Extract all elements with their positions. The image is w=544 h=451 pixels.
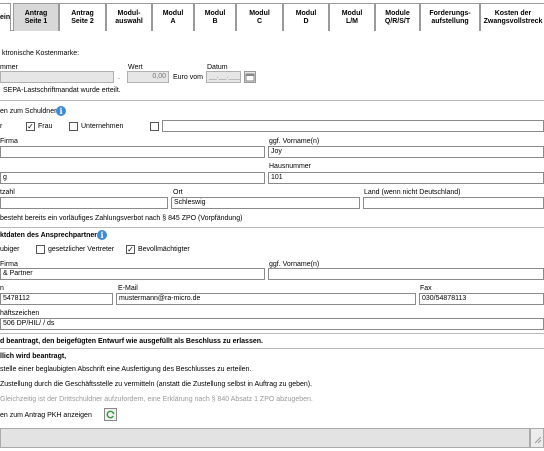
vorpfaendung-text[interactable]: besteht bereits ein vorläufiges Zahlungs… bbox=[0, 215, 242, 223]
ort-label: Ort bbox=[173, 189, 183, 196]
schuldner-firma-input[interactable] bbox=[0, 146, 265, 158]
extra-checkbox[interactable] bbox=[150, 122, 159, 131]
vertreter-checkbox[interactable] bbox=[36, 245, 45, 254]
resize-grip-icon bbox=[534, 436, 542, 444]
tab-module-qrst[interactable]: Module Q/R/S/T bbox=[375, 3, 420, 31]
strasse-input[interactable]: g bbox=[0, 172, 265, 184]
kostenmarke-heading: ktronische Kostenmarke: bbox=[2, 50, 80, 57]
schuldner-vorname-label: ggf. Vorname(n) bbox=[269, 138, 320, 145]
info-icon[interactable]: i bbox=[97, 230, 107, 240]
tab-modul-a[interactable]: Modul A bbox=[152, 3, 194, 31]
tab-antrag-seite-1[interactable]: Antrag Seite 1 bbox=[13, 3, 59, 31]
hausnummer-input[interactable]: 101 bbox=[268, 172, 544, 184]
divider bbox=[0, 227, 544, 228]
hausnummer-label: Hausnummer bbox=[269, 163, 312, 170]
zustellung-option[interactable]: Zustellung durch die Geschäftsstelle zu … bbox=[0, 381, 312, 389]
fax-label: Fax bbox=[420, 285, 432, 292]
tab-modul-lm[interactable]: Modul L/M bbox=[329, 3, 375, 31]
land-label: Land (wenn nicht Deutschland) bbox=[364, 189, 461, 196]
ansprechpartner-firma-input[interactable]: & Partner bbox=[0, 268, 265, 280]
pkh-label: en zum Antrag PKH anzeigen bbox=[0, 412, 92, 419]
divider bbox=[0, 348, 544, 349]
bevollmaechtigter-checkbox[interactable]: ✓ bbox=[126, 245, 135, 254]
frau-checkbox[interactable]: ✓ bbox=[26, 122, 35, 131]
tab-antrag-seite-2[interactable]: Antrag Seite 2 bbox=[59, 3, 106, 31]
kostenmarke-nummer-input[interactable] bbox=[0, 71, 114, 83]
anrede-freitext-input[interactable] bbox=[162, 120, 544, 132]
ausfertigung-option[interactable]: stelle einer beglaubigten Abschrift eine… bbox=[0, 366, 251, 374]
geschaeftszeichen-input[interactable]: 506 DP/HIL/ / ds bbox=[0, 318, 544, 330]
telefon-label: n bbox=[0, 285, 4, 292]
euro-vom-label: Euro vom bbox=[173, 74, 203, 81]
frau-label: Frau bbox=[38, 123, 53, 130]
ansprechpartner-heading: ktdaten des Ansprechpartners: bbox=[0, 232, 104, 239]
wert-input[interactable]: 0,00 bbox=[127, 71, 169, 83]
telefon-input[interactable]: 5478112 bbox=[0, 293, 113, 305]
beantragt-text: d beantragt, den beigefügten Entwurf wie… bbox=[0, 338, 263, 345]
info-icon[interactable]: i bbox=[56, 106, 66, 116]
dot-separator: . bbox=[118, 74, 120, 81]
schuldner-heading: en zum Schuldner: bbox=[0, 108, 59, 115]
schuldner-firma-label: Firma bbox=[0, 138, 18, 145]
tab-kosten-zwangsvollstreckung[interactable]: Kosten der Zwangsvollstreck bbox=[480, 3, 544, 31]
tab-modul-c[interactable]: Modul C bbox=[236, 3, 283, 31]
calendar-button[interactable] bbox=[244, 71, 256, 83]
tab-modul-d[interactable]: Modul D bbox=[283, 3, 329, 31]
unternehmen-checkbox[interactable] bbox=[69, 122, 78, 131]
tab-bar: ein Antrag Seite 1 Antrag Seite 2 Modul-… bbox=[0, 0, 544, 31]
datum-input[interactable]: __.__.____ bbox=[206, 71, 241, 83]
divider bbox=[0, 100, 544, 101]
land-input[interactable] bbox=[363, 197, 544, 209]
calendar-icon bbox=[245, 73, 255, 82]
herr-label: r bbox=[0, 123, 3, 130]
tab-allgemein[interactable]: ein bbox=[0, 3, 11, 31]
tab-modulauswahl[interactable]: Modul- auswahl bbox=[106, 3, 152, 31]
plz-input[interactable] bbox=[0, 197, 168, 209]
email-label: E-Mail bbox=[118, 285, 138, 292]
divider bbox=[0, 333, 544, 334]
bevollmaechtigter-label: Bevollmächtigter bbox=[138, 246, 190, 253]
tab-forderungsaufstellung[interactable]: Forderungs- aufstellung bbox=[420, 3, 480, 31]
scrollbar[interactable] bbox=[530, 428, 544, 448]
ansprechpartner-vorname-input[interactable] bbox=[268, 268, 544, 280]
plz-label: tzahl bbox=[0, 189, 15, 196]
schuldner-vorname-input[interactable]: Joy bbox=[268, 146, 544, 158]
vertreter-label: gesetzlicher Vertreter bbox=[48, 246, 115, 253]
fax-input[interactable]: 030/54878113 bbox=[419, 293, 544, 305]
drittschuldner-option[interactable]: Gleichzeitig ist der Drittschuldner aufz… bbox=[0, 396, 313, 404]
ort-input[interactable]: Schleswig bbox=[171, 197, 360, 209]
refresh-button[interactable] bbox=[104, 408, 117, 421]
pkh-textarea[interactable] bbox=[0, 428, 530, 448]
unternehmen-label: Unternehmen bbox=[81, 123, 124, 130]
tab-modul-b[interactable]: Modul B bbox=[194, 3, 236, 31]
email-input[interactable]: mustermann@ra-micro.de bbox=[116, 293, 416, 305]
zusaetzlich-heading: llich wird beantragt, bbox=[0, 353, 67, 360]
refresh-icon bbox=[106, 410, 115, 419]
sepa-text[interactable]: SEPA-Lastschriftmandat wurde erteilt. bbox=[3, 87, 121, 95]
geschaeftszeichen-label: häftszeichen bbox=[0, 310, 40, 317]
glaeubiger-label: ubiger bbox=[0, 246, 20, 253]
